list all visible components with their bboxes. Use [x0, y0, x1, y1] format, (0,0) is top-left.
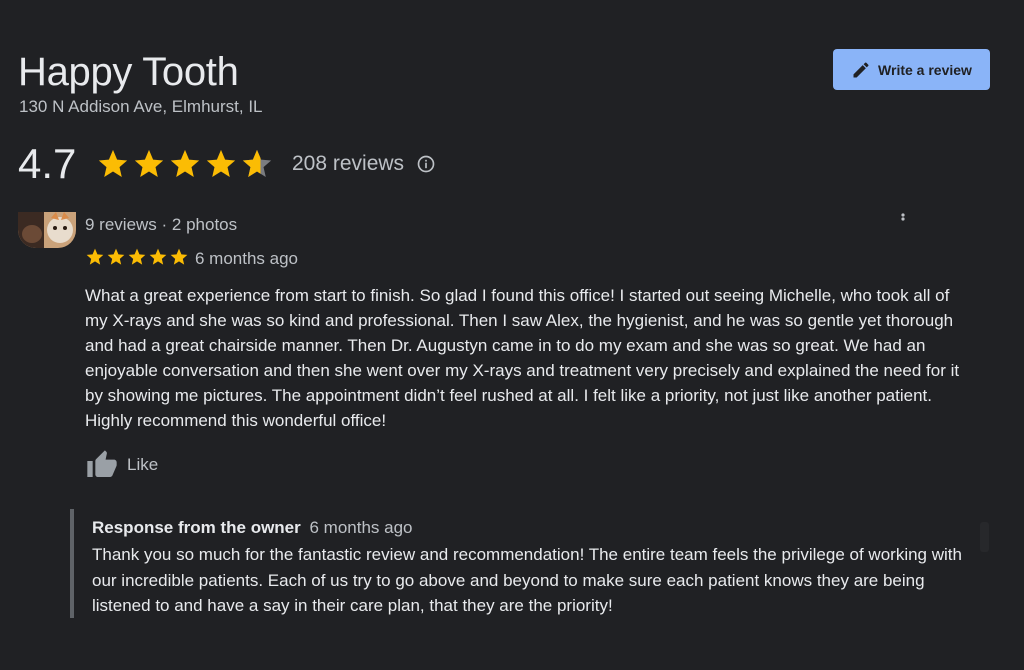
reviewer-meta[interactable]: 9 reviews · 2 photos — [85, 215, 237, 235]
owner-response-divider — [70, 509, 74, 618]
business-name: Happy Tooth — [18, 50, 239, 94]
owner-response-date: 6 months ago — [309, 518, 413, 537]
review-stars — [85, 247, 189, 267]
scrollbar-thumb[interactable] — [980, 522, 989, 552]
reviewer-avatar[interactable] — [18, 212, 76, 248]
write-review-label: Write a review — [878, 61, 972, 78]
rating-summary: 4.7 208 reviews — [18, 140, 436, 188]
owner-response-header: Response from the owner 6 months ago — [92, 518, 413, 538]
like-label: Like — [127, 455, 159, 474]
review-text: What a great experience from start to fi… — [85, 286, 960, 430]
owner-response-text: Thank you so much for the fantastic revi… — [92, 545, 962, 615]
star-icon — [98, 149, 128, 178]
star-icon — [107, 248, 125, 265]
review-date: 6 months ago — [195, 249, 299, 268]
star-icon — [86, 248, 104, 265]
star-icon — [206, 149, 236, 178]
rating-value: 4.7 — [18, 140, 77, 187]
reviews-count[interactable]: 208 reviews — [292, 152, 404, 176]
owner-response-heading: Response from the owner — [92, 518, 301, 537]
more-vert-icon[interactable] — [897, 212, 909, 226]
star-icon — [134, 149, 164, 178]
rating-stars — [96, 147, 274, 181]
like-button[interactable]: Like — [85, 448, 158, 482]
star-icon — [149, 248, 167, 265]
star-icon — [128, 248, 146, 265]
info-icon[interactable] — [416, 154, 436, 174]
star-half-icon — [242, 149, 272, 178]
star-icon — [170, 248, 188, 265]
thumbs-up-icon — [87, 450, 117, 477]
pencil-icon — [853, 61, 869, 77]
star-icon — [170, 149, 200, 178]
business-address: 130 N Addison Ave, Elmhurst, IL — [19, 97, 263, 116]
write-review-button[interactable]: Write a review — [833, 49, 990, 90]
